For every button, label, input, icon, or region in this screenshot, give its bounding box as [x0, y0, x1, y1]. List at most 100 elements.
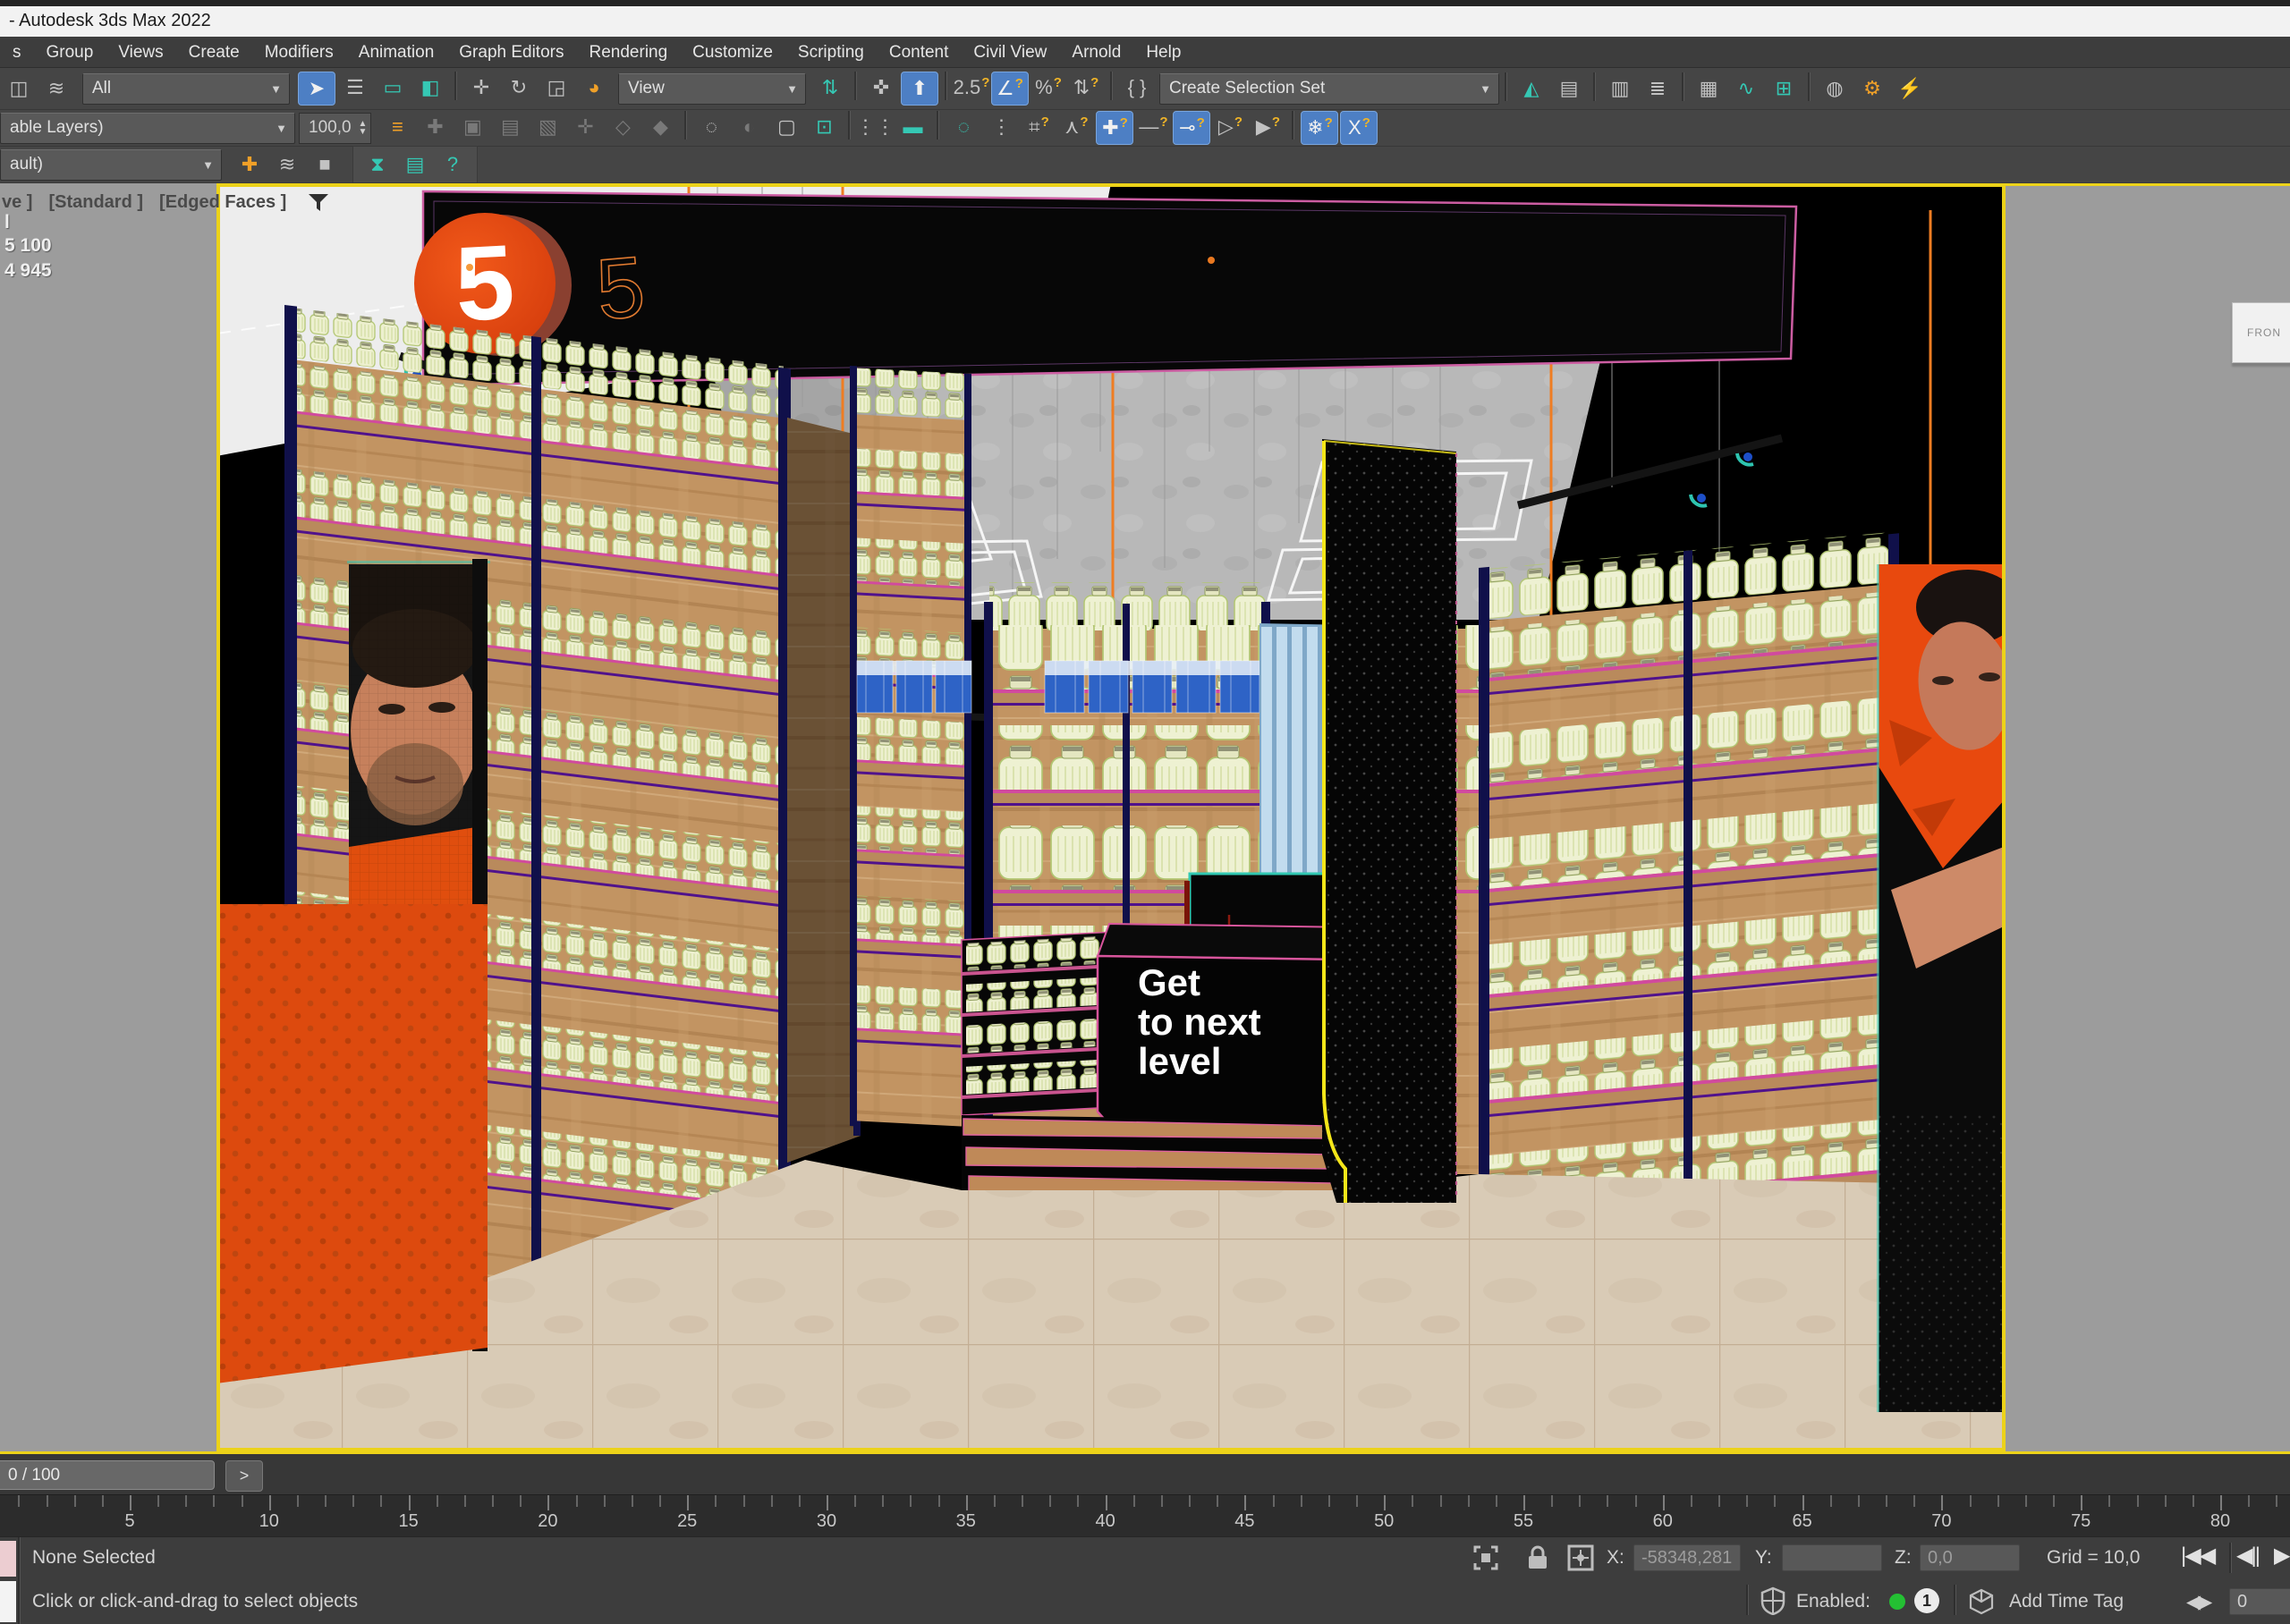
- spinner-arrows-icon[interactable]: ▲▼: [359, 120, 368, 136]
- ghosting-icon[interactable]: ◐: [731, 111, 767, 143]
- percent-snap-toggle-icon[interactable]: %?: [1030, 72, 1066, 104]
- dotted-circle-icon[interactable]: ◌: [693, 111, 729, 143]
- render-setup-icon[interactable]: ⚙: [1854, 72, 1890, 105]
- move-pixels-icon[interactable]: ⊡: [806, 111, 842, 143]
- time-slider[interactable]: 0 / 100: [0, 1460, 215, 1490]
- help-circle-icon[interactable]: ?: [435, 148, 471, 181]
- current-frame-field[interactable]: 0: [2229, 1588, 2290, 1615]
- measure-distance-icon[interactable]: ▬: [895, 111, 930, 143]
- maxscript-mini-listener-white[interactable]: [0, 1581, 16, 1622]
- select-object-icon[interactable]: ➤: [298, 72, 335, 106]
- transform-typein-icon[interactable]: [1567, 1544, 1594, 1571]
- select-objects-in-layer-icon[interactable]: ▧: [530, 111, 565, 143]
- viewport-label[interactable]: ve ] [Standard ] [Edged Faces ]: [2, 192, 329, 213]
- z-coordinate-field[interactable]: 0,0: [1920, 1544, 2020, 1571]
- dotted-column-icon[interactable]: ⋮: [983, 111, 1019, 143]
- viewport-name-fragment[interactable]: ve ]: [2, 192, 32, 213]
- viewport-shading-label[interactable]: [Standard ]: [48, 192, 143, 213]
- right-viewport[interactable]: FRON: [2006, 183, 2290, 1454]
- select-and-place-icon[interactable]: ◕: [576, 72, 612, 104]
- populate-trees-icon[interactable]: ⧗: [360, 148, 395, 181]
- page-edit-icon[interactable]: ▢: [768, 111, 804, 143]
- curve-editor-icon[interactable]: ∿: [1728, 72, 1764, 105]
- count-badge[interactable]: 1: [1914, 1588, 1939, 1613]
- notes-document-icon[interactable]: ▤: [397, 148, 433, 181]
- freeze-help-icon[interactable]: ❄?: [1301, 111, 1338, 145]
- pick-help-icon[interactable]: ⋏?: [1058, 111, 1094, 143]
- go-to-start-button[interactable]: |◀◀: [2181, 1543, 2214, 1569]
- x-coordinate-field[interactable]: -58348,281: [1633, 1544, 1741, 1571]
- coordinate-system-dropdown[interactable]: View ▼: [618, 73, 806, 105]
- viewport-style-label[interactable]: [Edged Faces ]: [159, 192, 286, 213]
- grid-array-icon[interactable]: ⋮⋮: [857, 111, 893, 143]
- selection-set-dropdown[interactable]: Create Selection Set ▼: [1159, 73, 1499, 105]
- select-and-move-icon[interactable]: ✛: [463, 72, 499, 104]
- viewcube[interactable]: FRON: [2232, 302, 2290, 363]
- delete-layer-icon[interactable]: ▣: [454, 111, 490, 143]
- time-tag-cube-icon[interactable]: [1968, 1588, 1995, 1615]
- y-coordinate-field[interactable]: [1782, 1544, 1882, 1571]
- circle-dots-icon[interactable]: ◌: [946, 111, 981, 143]
- menu-help[interactable]: Help: [1133, 38, 1193, 67]
- toggle-layer-explorer-icon[interactable]: ≣: [1640, 72, 1675, 105]
- next-frame-key-button[interactable]: >: [225, 1460, 263, 1492]
- menu-arnold[interactable]: Arnold: [1059, 38, 1133, 67]
- menu-content[interactable]: Content: [877, 38, 962, 67]
- toggle-scene-explorer-icon[interactable]: ▥: [1602, 72, 1638, 105]
- maxscript-mini-listener-pink[interactable]: [0, 1541, 16, 1577]
- add-layer-icon[interactable]: ✚: [232, 148, 267, 181]
- menu-animation[interactable]: Animation: [346, 38, 447, 67]
- play-button[interactable]: ▶: [2274, 1543, 2288, 1569]
- menu-modifiers[interactable]: Modifiers: [252, 38, 346, 67]
- selection-filter-dropdown[interactable]: All ▼: [82, 73, 290, 105]
- layer-list-icon[interactable]: ≡: [379, 111, 415, 143]
- hide-layer-icon[interactable]: ◆: [642, 111, 678, 143]
- left-viewport[interactable]: l 5 100 4 945: [0, 183, 216, 1451]
- arrow-help-icon[interactable]: ▷?: [1212, 111, 1248, 143]
- layer-properties-icon[interactable]: ◇: [605, 111, 640, 143]
- previous-frame-button[interactable]: ◀||: [2236, 1543, 2259, 1569]
- segment-help-icon[interactable]: —?: [1135, 111, 1171, 143]
- shield-icon[interactable]: [1760, 1586, 1785, 1615]
- edit-named-selection-sets-icon[interactable]: { }: [1119, 72, 1155, 104]
- material-editor-icon[interactable]: ◍: [1817, 72, 1853, 105]
- angle-snap-toggle-icon[interactable]: ∠?: [991, 72, 1029, 106]
- window-crossing-icon[interactable]: ◧: [412, 72, 448, 104]
- select-and-link-icon[interactable]: ◫: [1, 72, 37, 105]
- menu-scripting[interactable]: Scripting: [785, 38, 877, 67]
- filled-arrow-help-icon[interactable]: ▶?: [1250, 111, 1285, 143]
- menu-s[interactable]: s: [0, 38, 34, 67]
- percent-spinner[interactable]: 100,0 ▲▼: [299, 113, 371, 144]
- slider-help-icon[interactable]: ⊸?: [1173, 111, 1210, 145]
- mirror-icon[interactable]: ◭: [1514, 72, 1549, 105]
- snap-25d-icon[interactable]: 2.5?: [954, 72, 989, 104]
- perspective-viewport[interactable]: 5 5: [216, 183, 2006, 1451]
- viewport-filter-icon[interactable]: [308, 194, 329, 212]
- use-pivot-point-center-icon[interactable]: ⇅: [812, 72, 848, 104]
- menu-create[interactable]: Create: [176, 38, 252, 67]
- menu-rendering[interactable]: Rendering: [577, 38, 681, 67]
- menu-civil-view[interactable]: Civil View: [961, 38, 1059, 67]
- layer-stack-icon[interactable]: ≋: [269, 148, 305, 181]
- layers-dropdown[interactable]: able Layers) ▼: [0, 113, 295, 144]
- align-icon[interactable]: ▤: [1551, 72, 1587, 105]
- x-help-icon[interactable]: X?: [1340, 111, 1378, 145]
- render-teapot-icon[interactable]: ⚡: [1892, 72, 1928, 105]
- toggle-ribbon-icon[interactable]: ▦: [1691, 72, 1726, 105]
- timeline-ruler[interactable]: 5101520253035404550556065707580: [0, 1494, 2290, 1537]
- isolate-selection-icon[interactable]: [1472, 1544, 1499, 1571]
- select-and-rotate-icon[interactable]: ↻: [501, 72, 537, 104]
- rectangular-selection-region-icon[interactable]: ▭: [375, 72, 411, 104]
- select-and-scale-icon[interactable]: ◲: [539, 72, 574, 104]
- snaps-toggle-icon[interactable]: ⬆: [901, 72, 938, 106]
- select-by-name-icon[interactable]: ☰: [337, 72, 373, 104]
- add-to-current-layer-icon[interactable]: ▤: [492, 111, 528, 143]
- menu-graph-editors[interactable]: Graph Editors: [446, 38, 576, 67]
- named-selection-dropdown[interactable]: ault) ▼: [0, 149, 222, 181]
- frame-spinner-arrows[interactable]: ◀▶: [2186, 1591, 2209, 1613]
- grid-snap-help-icon[interactable]: ⌗?: [1021, 111, 1056, 143]
- add-point-help-icon[interactable]: ✚?: [1096, 111, 1133, 145]
- spinner-snap-toggle-icon[interactable]: ⇅?: [1068, 72, 1104, 104]
- menu-customize[interactable]: Customize: [680, 38, 785, 67]
- menu-views[interactable]: Views: [106, 38, 175, 67]
